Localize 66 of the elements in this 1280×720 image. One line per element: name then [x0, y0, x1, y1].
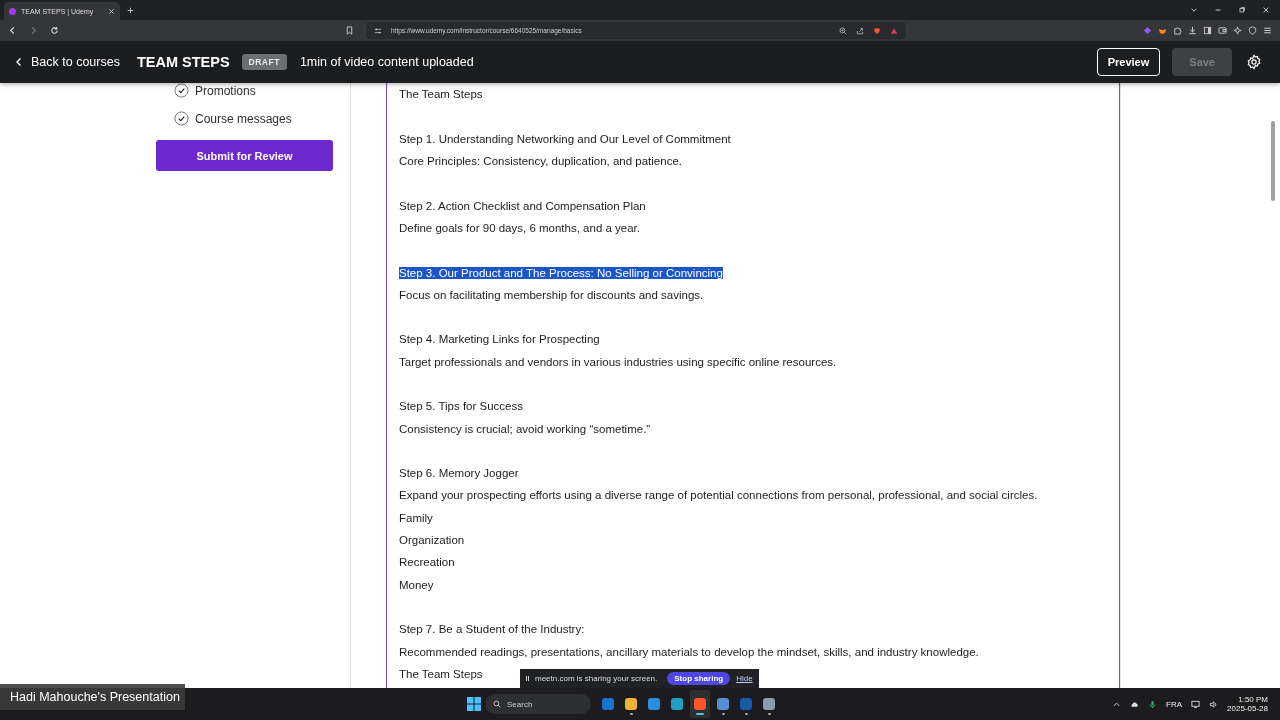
restore-icon[interactable]: [1238, 6, 1246, 14]
favicon-icon: [9, 7, 16, 15]
microphone-icon[interactable]: [1148, 699, 1158, 709]
new-tab-icon[interactable]: [127, 6, 134, 14]
forward-icon[interactable]: [29, 26, 38, 35]
editor-line: Step 2. Action Checklist and Compensation Plan: [399, 199, 646, 212]
settings-icon[interactable]: [1246, 54, 1262, 70]
upload-info: 1min of video content uploaded: [299, 55, 474, 69]
back-icon[interactable]: [8, 26, 17, 35]
editor-line: Define goals for 90 days, 6 months, and a year.: [399, 221, 640, 234]
editor-line: Consistency is crucial; avoid working “sometime.”: [399, 422, 651, 435]
shield-icon[interactable]: [1248, 26, 1257, 35]
tune-icon: [374, 26, 382, 35]
search-field[interactable]: Search: [485, 694, 591, 714]
editor-line: Step 7. Be a Student of the Industry:: [399, 623, 585, 636]
status-badge: DRAFT: [241, 54, 287, 70]
back-icon[interactable]: [14, 57, 24, 67]
language-indicator[interactable]: FRA: [1166, 699, 1183, 709]
preview-button[interactable]: Preview: [1096, 48, 1161, 76]
pause-icon: [526, 676, 529, 681]
close-icon[interactable]: [108, 7, 115, 15]
sidebar-item[interactable]: Promotions: [195, 83, 256, 98]
monitor-icon[interactable]: [1191, 699, 1201, 709]
sparkle-icon[interactable]: [1233, 26, 1242, 35]
editor-line: Family: [399, 511, 433, 524]
course-title: TEAM STEPS: [136, 54, 230, 70]
editor-line: Focus on facilitating membership for discounts and savings.: [399, 288, 704, 301]
triangle-icon[interactable]: [890, 26, 898, 35]
submit-button[interactable]: Submit for Review: [156, 140, 333, 171]
download-icon[interactable]: [1188, 26, 1197, 35]
editor-line: The Team Steps: [399, 88, 483, 101]
editor-line: Step 1. Understanding Networking and Our Level of Commitment: [399, 132, 731, 145]
hide-link[interactable]: Hide: [736, 674, 753, 683]
share-icon[interactable]: [856, 26, 864, 35]
editor-line: Organization: [399, 534, 465, 547]
wallet-icon[interactable]: [1218, 26, 1227, 35]
zoom-icon[interactable]: [839, 26, 847, 35]
sidebar-item[interactable]: Course messages: [195, 111, 292, 126]
chevron-down-icon[interactable]: [1190, 6, 1198, 14]
fox-icon[interactable]: [1158, 26, 1167, 35]
presenter-label: Hadi Mahouche's Presentation: [0, 684, 185, 710]
back-link[interactable]: Back to courses: [14, 55, 120, 69]
taskbar-app-button[interactable]: [690, 690, 710, 718]
editor-line: Money: [399, 578, 434, 591]
editor-line: Step 4. Marketing Links for Prospecting: [399, 333, 600, 346]
editor-line: The Team Steps: [399, 667, 483, 680]
editor-line: Core Principles: Consistency, duplication, and patience.: [399, 155, 682, 168]
editor-line: Target professionals and vendors in various industries using specific online resources.: [399, 355, 837, 368]
share-message: meetn.com is sharing your screen.: [535, 674, 658, 683]
editor-line: Step 6. Memory Jogger: [399, 467, 519, 480]
bookmark-icon[interactable]: [345, 26, 354, 35]
editor-line: Recommended readings, presentations, ancillary materials to develop the mindset, skills, and industry knowledge.: [399, 645, 979, 658]
minimize-icon[interactable]: [1214, 6, 1222, 14]
sidebar-icon[interactable]: [1203, 26, 1212, 35]
reload-icon[interactable]: [50, 26, 59, 35]
editor-line: Step 5. Tips for Success: [399, 400, 523, 413]
speaker-icon[interactable]: [1209, 699, 1219, 709]
close-icon[interactable]: [1262, 6, 1270, 14]
search-icon: [493, 700, 501, 708]
windows-logo-icon[interactable]: [466, 696, 482, 712]
menu-icon[interactable]: [1263, 26, 1272, 35]
stop-sharing-button[interactable]: Stop sharing: [667, 672, 731, 685]
editor-line: Expand your prospecting efforts using a diverse range of potential connections from personal, professional, and social circles.: [399, 489, 1038, 502]
diamond-icon[interactable]: [1143, 26, 1152, 35]
clock[interactable]: 1:50 PM 2025-05-28: [1227, 695, 1268, 713]
editor-line: Recreation: [399, 556, 455, 569]
